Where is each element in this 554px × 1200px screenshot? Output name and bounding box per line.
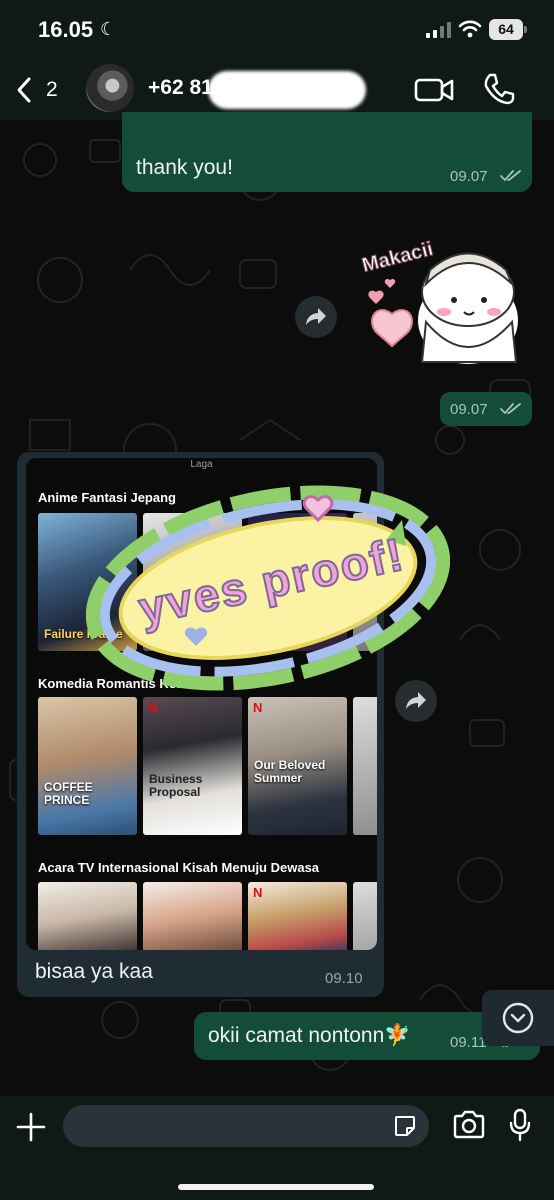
double-check-icon [500,403,521,415]
moon-icon: ☾ [100,19,117,39]
message-text: okii camat nontonn🧚 [208,1024,411,1047]
poster-title: COFFEE PRINCE [44,779,93,807]
sticker-icon[interactable] [393,1114,417,1138]
forward-button[interactable] [395,680,437,722]
proof-stamp-sticker: yves proof! [86,485,450,691]
camera-icon[interactable] [452,1110,486,1140]
poster: N [248,882,347,950]
poster: COFFEE PRINCE [38,697,137,835]
forward-arrow-icon [306,308,326,325]
home-indicator [178,1184,374,1190]
microphone-icon[interactable] [508,1108,532,1142]
poster [143,882,242,950]
video-camera-icon[interactable] [414,76,454,104]
sticker-label: Makacii [360,238,435,277]
message-field[interactable] [63,1105,429,1147]
wifi-icon [458,20,482,38]
netflix-logo: N [253,885,263,900]
message-text: thank you! [136,156,233,179]
poster-title: Our Beloved Summer [254,757,326,785]
poster-title: Business Proposal [149,771,203,799]
status-bar: 16.05 ☾ 64 [0,0,554,60]
poster: N Business Proposal [143,697,242,835]
message-time: 09.07 [450,168,488,185]
battery-indicator: 64 [489,19,527,40]
poster [353,697,377,835]
outgoing-message[interactable]: thank you! 09.07 [122,112,532,192]
chat-header: 2 +62 81 [0,60,554,120]
scroll-to-bottom-button[interactable] [482,990,554,1046]
netflix-logo: N [253,700,263,715]
back-button[interactable]: 2 [14,74,64,106]
netflix-logo: N [148,700,158,715]
phone-icon[interactable] [482,72,516,106]
poster: N Our Beloved Summer [248,697,347,835]
image-caption: bisaa ya kaa [35,960,153,983]
chevron-left-icon [17,77,31,103]
poster [353,882,377,950]
plus-icon[interactable] [16,1112,46,1142]
double-check-icon [500,170,521,182]
unread-chats-count: 2 [46,78,58,101]
row-title: Acara TV Internasional Kisah Menuju Dewa… [38,860,320,875]
contact-name[interactable]: +62 81 [148,76,213,100]
message-time: 09.11 [450,1034,487,1051]
poster [38,882,137,950]
sticker-time-chip: 09.07 [440,392,532,426]
redaction-blur [208,71,366,109]
message-time: 09.10 [325,970,363,987]
message-input[interactable] [77,1113,377,1139]
forward-arrow-icon [406,692,426,709]
message-time: 09.07 [450,401,488,418]
screenshot-header: Laga [190,459,213,470]
chat-screen: 16.05 ☾ 64 2 +62 81 thank you! 09.07 Mak… [0,0,554,1200]
contact-avatar[interactable] [86,64,134,112]
status-time: 16.05 [38,17,94,42]
chevron-down-circle-icon [502,1002,534,1034]
cellular-signal-icon [426,22,451,38]
forward-button[interactable] [295,296,337,338]
message-input-bar [0,1096,554,1200]
makacii-sticker[interactable]: Makacii [356,222,526,372]
